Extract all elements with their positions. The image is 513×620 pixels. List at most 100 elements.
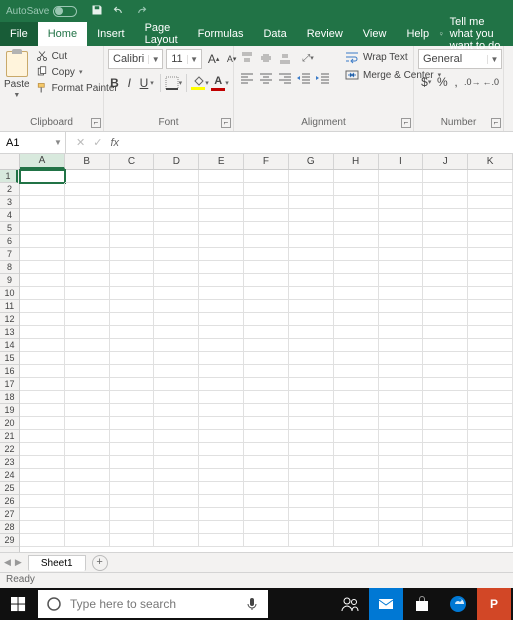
cell[interactable] xyxy=(199,248,244,261)
cell[interactable] xyxy=(423,235,468,248)
row-header[interactable]: 28 xyxy=(0,521,19,534)
cell[interactable] xyxy=(379,326,424,339)
cell[interactable] xyxy=(65,209,110,222)
cell[interactable] xyxy=(244,521,289,534)
cell[interactable] xyxy=(199,196,244,209)
cell[interactable] xyxy=(334,443,379,456)
cell[interactable] xyxy=(289,274,334,287)
cell[interactable] xyxy=(468,365,513,378)
cell[interactable] xyxy=(244,313,289,326)
percent-format-button[interactable]: % xyxy=(436,72,448,92)
cell[interactable] xyxy=(423,508,468,521)
cell[interactable] xyxy=(154,313,199,326)
cell[interactable] xyxy=(65,352,110,365)
cell[interactable] xyxy=(244,274,289,287)
cell[interactable] xyxy=(20,482,65,495)
cell[interactable] xyxy=(110,443,155,456)
cell[interactable] xyxy=(199,404,244,417)
cell[interactable] xyxy=(65,183,110,196)
cell[interactable] xyxy=(289,495,334,508)
cell[interactable] xyxy=(244,261,289,274)
row-header[interactable]: 21 xyxy=(0,430,19,443)
cell[interactable] xyxy=(110,417,155,430)
row-header[interactable]: 29 xyxy=(0,534,19,547)
row-header[interactable]: 14 xyxy=(0,339,19,352)
cell[interactable] xyxy=(334,326,379,339)
italic-button[interactable]: I xyxy=(123,73,136,93)
cell[interactable] xyxy=(379,235,424,248)
cell[interactable] xyxy=(423,326,468,339)
cell[interactable] xyxy=(289,443,334,456)
cell[interactable] xyxy=(65,430,110,443)
cell[interactable] xyxy=(20,313,65,326)
number-dialog-launcher[interactable]: ⌐ xyxy=(491,118,501,128)
tell-me-search[interactable]: Tell me what you want to do xyxy=(439,22,513,46)
row-header[interactable]: 7 xyxy=(0,248,19,261)
cell[interactable] xyxy=(20,183,65,196)
save-icon[interactable] xyxy=(91,4,103,19)
cell[interactable] xyxy=(154,235,199,248)
cell[interactable] xyxy=(289,378,334,391)
row-header[interactable]: 6 xyxy=(0,235,19,248)
cell[interactable] xyxy=(423,495,468,508)
enter-formula-icon[interactable]: ✓ xyxy=(93,136,102,149)
cell[interactable] xyxy=(20,326,65,339)
cell[interactable] xyxy=(244,170,289,183)
formula-input[interactable] xyxy=(129,132,513,153)
name-box[interactable]: A1 ▼ xyxy=(0,132,66,153)
cell[interactable] xyxy=(65,339,110,352)
cell[interactable] xyxy=(110,196,155,209)
cell[interactable] xyxy=(20,196,65,209)
cell[interactable] xyxy=(468,404,513,417)
cell[interactable] xyxy=(154,417,199,430)
cell[interactable] xyxy=(65,456,110,469)
row-header[interactable]: 9 xyxy=(0,274,19,287)
cell[interactable] xyxy=(334,261,379,274)
cell[interactable] xyxy=(468,222,513,235)
cell[interactable] xyxy=(244,456,289,469)
cell[interactable] xyxy=(244,534,289,547)
cell[interactable] xyxy=(289,339,334,352)
cell[interactable] xyxy=(468,235,513,248)
cell[interactable] xyxy=(20,495,65,508)
cell[interactable] xyxy=(154,404,199,417)
cell[interactable] xyxy=(20,261,65,274)
worksheet-grid[interactable]: ABCDEFGHIJK 1234567891011121314151617181… xyxy=(0,154,513,552)
cell[interactable] xyxy=(379,248,424,261)
cell[interactable] xyxy=(154,209,199,222)
cell[interactable] xyxy=(468,274,513,287)
cell[interactable] xyxy=(199,495,244,508)
chevron-down-icon[interactable]: ▼ xyxy=(187,55,201,64)
fill-color-button[interactable]: ▾ xyxy=(191,73,209,93)
cell[interactable] xyxy=(244,209,289,222)
cell[interactable] xyxy=(379,404,424,417)
cell[interactable] xyxy=(423,404,468,417)
cell[interactable] xyxy=(65,391,110,404)
cell[interactable] xyxy=(20,430,65,443)
cell[interactable] xyxy=(334,508,379,521)
cell[interactable] xyxy=(289,313,334,326)
cell[interactable] xyxy=(65,417,110,430)
cell[interactable] xyxy=(199,235,244,248)
cell[interactable] xyxy=(334,404,379,417)
cell[interactable] xyxy=(110,287,155,300)
column-header[interactable]: I xyxy=(379,154,424,169)
cell[interactable] xyxy=(65,196,110,209)
cell[interactable] xyxy=(289,508,334,521)
cell[interactable] xyxy=(289,391,334,404)
cell[interactable] xyxy=(244,183,289,196)
cell[interactable] xyxy=(468,378,513,391)
cell[interactable] xyxy=(110,495,155,508)
cell[interactable] xyxy=(20,274,65,287)
cell[interactable] xyxy=(423,300,468,313)
cell[interactable] xyxy=(423,222,468,235)
cell[interactable] xyxy=(110,391,155,404)
cell[interactable] xyxy=(423,482,468,495)
column-header[interactable]: H xyxy=(334,154,379,169)
cell[interactable] xyxy=(110,365,155,378)
cell[interactable] xyxy=(199,352,244,365)
cell[interactable] xyxy=(289,534,334,547)
cell[interactable] xyxy=(423,313,468,326)
cancel-formula-icon[interactable]: ✕ xyxy=(76,136,85,149)
cell[interactable] xyxy=(423,391,468,404)
